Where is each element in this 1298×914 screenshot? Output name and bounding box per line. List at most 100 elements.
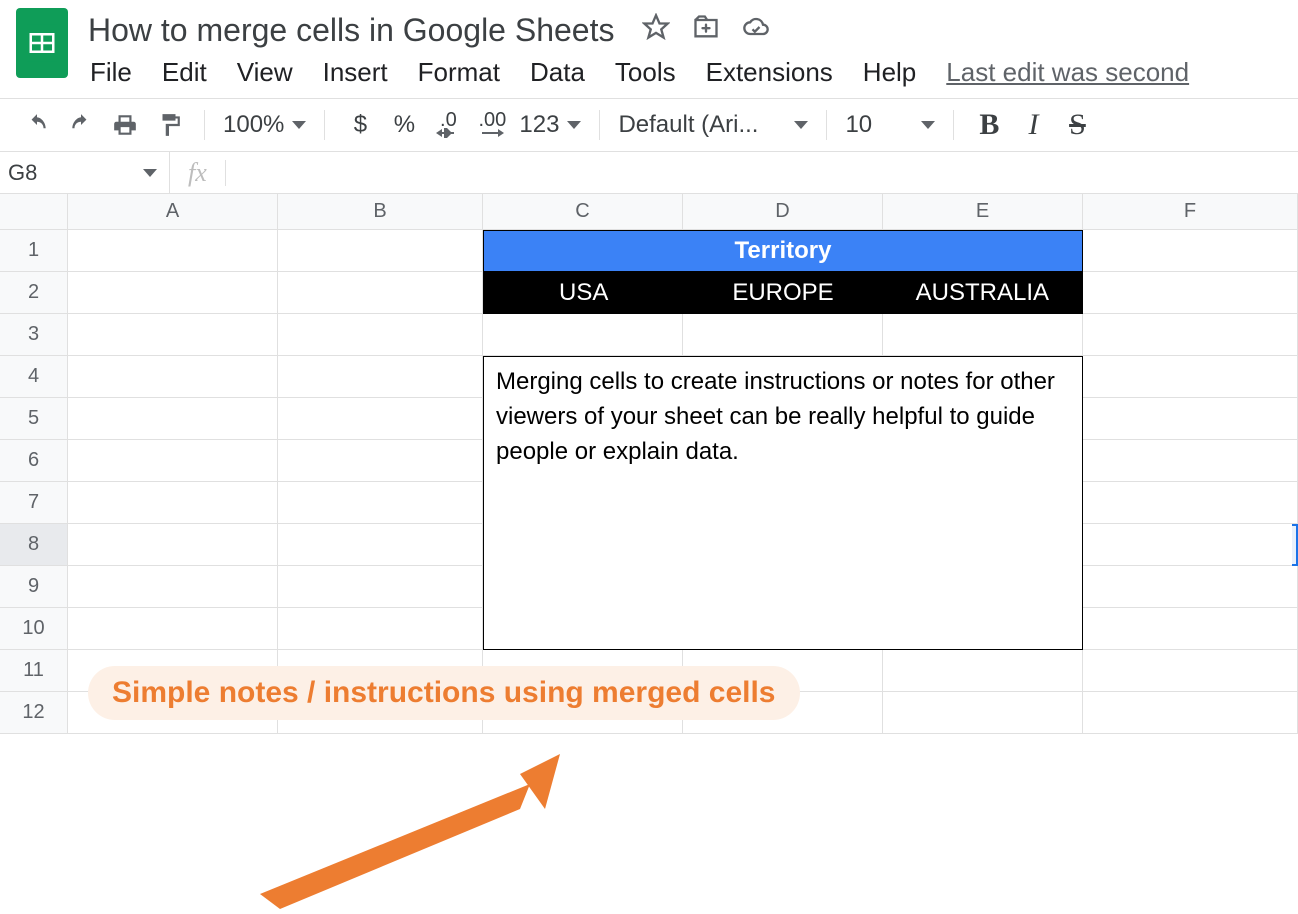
- bold-button[interactable]: B: [972, 107, 1006, 143]
- cell-europe[interactable]: EUROPE: [683, 273, 882, 313]
- cell[interactable]: [68, 356, 278, 398]
- row-header[interactable]: 2: [0, 272, 68, 314]
- cell[interactable]: [1083, 356, 1298, 398]
- col-header-b[interactable]: B: [278, 194, 483, 229]
- cell[interactable]: [68, 398, 278, 440]
- row-header[interactable]: 7: [0, 482, 68, 524]
- cell[interactable]: [1083, 608, 1298, 650]
- decrease-decimal-button[interactable]: .0: [431, 107, 465, 143]
- row-header[interactable]: 1: [0, 230, 68, 272]
- print-button[interactable]: [108, 107, 142, 143]
- font-size-dropdown[interactable]: 10: [845, 111, 935, 139]
- col-header-f[interactable]: F: [1083, 194, 1298, 229]
- cell[interactable]: [68, 482, 278, 524]
- menu-insert[interactable]: Insert: [323, 57, 388, 88]
- redo-button[interactable]: [64, 107, 98, 143]
- cell[interactable]: [68, 566, 278, 608]
- menu-tools[interactable]: Tools: [615, 57, 676, 88]
- formula-input[interactable]: [226, 152, 1298, 193]
- column-headers: A B C D E F: [0, 194, 1298, 230]
- increase-decimal-button[interactable]: .00: [475, 107, 509, 143]
- strikethrough-button[interactable]: S: [1060, 107, 1094, 143]
- cell[interactable]: [68, 230, 278, 272]
- row-header[interactable]: 5: [0, 398, 68, 440]
- cloud-status-icon[interactable]: [742, 13, 770, 46]
- row-header[interactable]: 8: [0, 524, 68, 566]
- cell[interactable]: [278, 524, 483, 566]
- cell[interactable]: [278, 356, 483, 398]
- cell[interactable]: [1083, 314, 1298, 356]
- format-percent-button[interactable]: %: [387, 107, 421, 143]
- row-header[interactable]: 9: [0, 566, 68, 608]
- last-edit-link[interactable]: Last edit was second: [946, 57, 1189, 88]
- menu-data[interactable]: Data: [530, 57, 585, 88]
- cell[interactable]: [278, 272, 483, 314]
- cell[interactable]: [883, 692, 1083, 734]
- cell-reference: G8: [8, 160, 37, 186]
- col-header-c[interactable]: C: [483, 194, 683, 229]
- cell[interactable]: [683, 314, 883, 356]
- col-header-e[interactable]: E: [883, 194, 1083, 229]
- cell-australia[interactable]: AUSTRALIA: [883, 273, 1082, 313]
- italic-button[interactable]: I: [1016, 107, 1050, 143]
- cell-usa[interactable]: USA: [484, 273, 683, 313]
- cell[interactable]: [1083, 398, 1298, 440]
- cell[interactable]: [1083, 524, 1298, 566]
- select-all-corner[interactable]: [0, 194, 68, 229]
- chevron-down-icon: [143, 169, 157, 177]
- cell[interactable]: [1083, 440, 1298, 482]
- zoom-value: 100%: [223, 111, 284, 139]
- col-header-d[interactable]: D: [683, 194, 883, 229]
- row-header[interactable]: 4: [0, 356, 68, 398]
- cell[interactable]: [1083, 650, 1298, 692]
- cell[interactable]: [278, 482, 483, 524]
- cell[interactable]: [1083, 230, 1298, 272]
- row-header[interactable]: 11: [0, 650, 68, 692]
- move-icon[interactable]: [692, 13, 720, 46]
- annotation-callout: Simple notes / instructions using merged…: [88, 666, 800, 720]
- cell[interactable]: [483, 314, 683, 356]
- cell[interactable]: [68, 314, 278, 356]
- cell[interactable]: [278, 230, 483, 272]
- menu-help[interactable]: Help: [863, 57, 916, 88]
- star-icon[interactable]: [642, 13, 670, 46]
- paint-format-button[interactable]: [152, 107, 186, 143]
- row-header[interactable]: 6: [0, 440, 68, 482]
- cell[interactable]: [1083, 482, 1298, 524]
- cell[interactable]: [883, 650, 1083, 692]
- row-header[interactable]: 3: [0, 314, 68, 356]
- cell[interactable]: [68, 524, 278, 566]
- row-header[interactable]: 10: [0, 608, 68, 650]
- cell[interactable]: [68, 440, 278, 482]
- menu-edit[interactable]: Edit: [162, 57, 207, 88]
- undo-button[interactable]: [20, 107, 54, 143]
- cell[interactable]: [68, 272, 278, 314]
- menu-file[interactable]: File: [90, 57, 132, 88]
- document-title[interactable]: How to merge cells in Google Sheets: [88, 8, 614, 51]
- merged-header-territory[interactable]: Territory: [483, 230, 1083, 272]
- cell[interactable]: [1083, 692, 1298, 734]
- cell[interactable]: [278, 440, 483, 482]
- more-formats-dropdown[interactable]: 123: [519, 111, 581, 139]
- cell[interactable]: [883, 314, 1083, 356]
- row-header[interactable]: 12: [0, 692, 68, 734]
- cell[interactable]: [1083, 272, 1298, 314]
- cell[interactable]: [278, 566, 483, 608]
- menu-extensions[interactable]: Extensions: [706, 57, 833, 88]
- active-cell-indicator: [1292, 524, 1298, 566]
- merged-note-box[interactable]: Merging cells to create instructions or …: [483, 356, 1083, 650]
- chevron-down-icon: [921, 121, 935, 129]
- cell[interactable]: [278, 398, 483, 440]
- cell[interactable]: [1083, 566, 1298, 608]
- col-header-a[interactable]: A: [68, 194, 278, 229]
- name-box[interactable]: G8: [0, 152, 170, 193]
- cell[interactable]: [278, 608, 483, 650]
- cell[interactable]: [68, 608, 278, 650]
- menu-format[interactable]: Format: [418, 57, 500, 88]
- menu-view[interactable]: View: [237, 57, 293, 88]
- format-currency-button[interactable]: $: [343, 107, 377, 143]
- cell[interactable]: [278, 314, 483, 356]
- zoom-dropdown[interactable]: 100%: [223, 111, 306, 139]
- spreadsheet-grid[interactable]: A B C D E F 123456789101112 Territory US…: [0, 194, 1298, 734]
- font-dropdown[interactable]: Default (Ari...: [618, 111, 808, 139]
